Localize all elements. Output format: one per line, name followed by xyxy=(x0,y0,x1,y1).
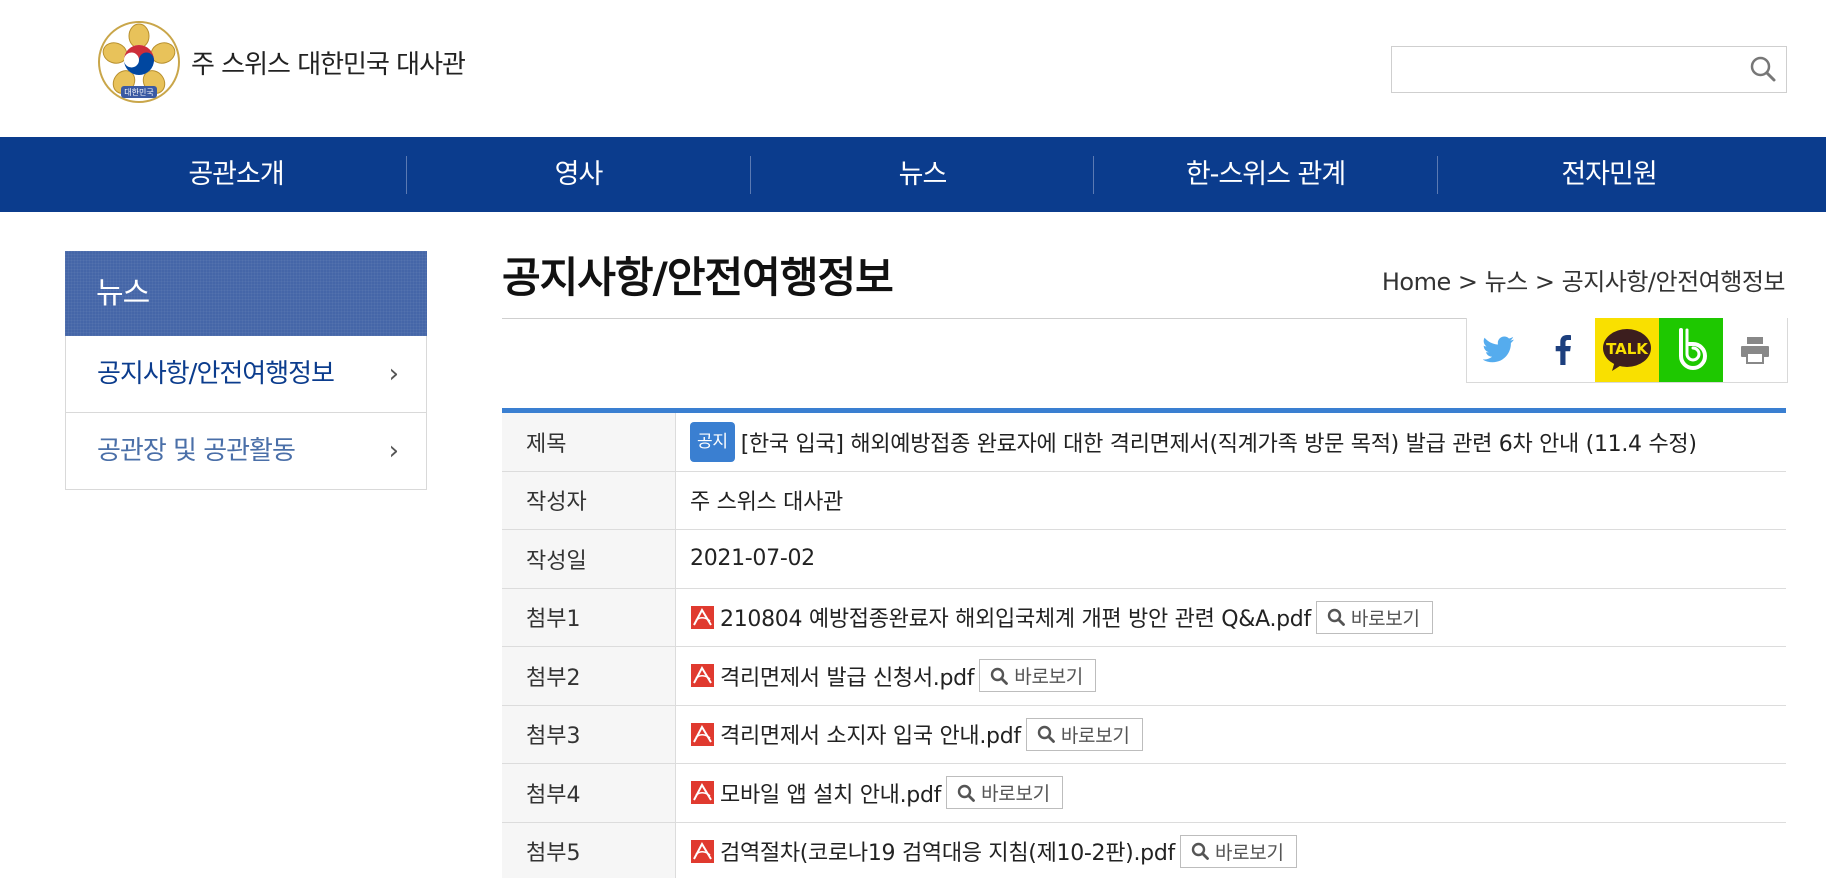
attachment-label: 첨부5 xyxy=(502,822,676,878)
attachment-label: 첨부1 xyxy=(502,588,676,646)
attachment-label: 첨부3 xyxy=(502,705,676,763)
search-input[interactable] xyxy=(1392,47,1732,92)
pdf-file-icon xyxy=(691,664,714,688)
share-facebook-button[interactable] xyxy=(1531,318,1595,382)
search-box xyxy=(1391,46,1787,93)
sidebar-item-label: 공관장 및 공관활동 xyxy=(97,436,296,466)
magnifier-icon xyxy=(1037,726,1055,744)
notice-badge: 공지 xyxy=(690,421,735,462)
attachment-row: 첨부3 격리면제서 소지자 입국 안내.pdf 바로보기 xyxy=(502,705,1786,764)
subject-cell: 공지 [한국 입국] 해외예방접종 완료자에 대한 격리면제서(직계가족 방문 … xyxy=(676,413,1786,471)
breadcrumb: Home > 뉴스 > 공지사항/안전여행정보 xyxy=(1381,268,1786,296)
magnifier-icon xyxy=(957,784,975,802)
sidebar-item-label: 공지사항/안전여행정보 xyxy=(97,359,335,389)
nav-item-korea-swiss-relations[interactable]: 한-스위스 관계 xyxy=(1094,137,1437,212)
share-kakaotalk-button[interactable]: TALK xyxy=(1595,318,1659,382)
chevron-right-icon: › xyxy=(388,359,399,389)
attachment-file-link[interactable]: 210804 예방접종완료자 해외입국체계 개편 방안 관련 Q&A.pdf xyxy=(720,601,1311,633)
table-row: 작성일 2021-07-02 xyxy=(502,530,1786,589)
attachment-file-link[interactable]: 격리면제서 발급 신청서.pdf xyxy=(720,660,975,692)
preview-button[interactable]: 바로보기 xyxy=(979,659,1096,693)
header: 대한민국 주 스위스 대한민국 대사관 xyxy=(0,0,1826,137)
post-detail-table: 제목 공지 [한국 입국] 해외예방접종 완료자에 대한 격리면제서(직계가족 … xyxy=(502,408,1786,878)
subject-label: 제목 xyxy=(502,413,676,471)
post-date: 2021-07-02 xyxy=(690,546,815,572)
pdf-file-icon xyxy=(691,839,714,863)
preview-button[interactable]: 바로보기 xyxy=(1179,834,1297,868)
sidebar-item-notices[interactable]: 공지사항/안전여행정보 › xyxy=(65,336,427,413)
site-title: 주 스위스 대한민국 대사관 xyxy=(191,49,466,80)
national-emblem-logo: 대한민국 xyxy=(98,21,180,103)
print-icon xyxy=(1741,337,1769,364)
preview-button-label: 바로보기 xyxy=(1014,666,1083,689)
preview-button-label: 바로보기 xyxy=(1060,724,1130,747)
magnifier-icon xyxy=(1191,843,1209,861)
twitter-icon xyxy=(1483,336,1514,363)
emblem-ribbon-text: 대한민국 xyxy=(124,87,153,97)
magnifier-icon xyxy=(1327,609,1345,627)
attachment-row: 첨부5 검역절차(코로나19 검역대응 지침(제10-2판).pdf 바로보기 xyxy=(502,822,1786,878)
attachment-cell: 격리면제서 발급 신청서.pdf 바로보기 xyxy=(676,647,1786,705)
table-row: 작성자 주 스위스 대사관 xyxy=(502,471,1786,530)
attachment-row: 첨부2 격리면제서 발급 신청서.pdf 바로보기 xyxy=(502,647,1786,706)
attachment-file-link[interactable]: 검역절차(코로나19 검역대응 지침(제10-2판).pdf xyxy=(720,835,1175,867)
search-button[interactable] xyxy=(1748,55,1778,85)
print-button[interactable] xyxy=(1723,318,1787,382)
kakaotalk-icon: TALK xyxy=(1603,329,1651,371)
logo-link[interactable]: 대한민국 주 스위스 대한민국 대사관 xyxy=(97,20,466,104)
pdf-file-icon xyxy=(691,722,714,746)
nav-item-e-civil-service[interactable]: 전자민원 xyxy=(1438,137,1780,212)
magnifier-icon xyxy=(991,667,1009,685)
attachment-cell: 210804 예방접종완료자 해외입국체계 개편 방안 관련 Q&A.pdf 바… xyxy=(676,589,1786,647)
preview-button-label: 바로보기 xyxy=(981,783,1050,806)
share-bar: TALK xyxy=(1466,318,1788,383)
sidebar-item-ambassador-activities[interactable]: 공관장 및 공관활동 › xyxy=(65,413,427,490)
pdf-file-icon xyxy=(691,605,714,629)
nav-item-consular[interactable]: 영사 xyxy=(407,137,750,212)
date-label: 작성일 xyxy=(502,530,676,588)
attachment-cell: 검역절차(코로나19 검역대응 지침(제10-2판).pdf 바로보기 xyxy=(676,823,1786,878)
preview-button[interactable]: 바로보기 xyxy=(1315,600,1433,634)
attachment-file-link[interactable]: 격리면제서 소지자 입국 안내.pdf xyxy=(720,718,1021,750)
attachment-label: 첨부4 xyxy=(502,764,676,822)
nav-item-embassy-intro[interactable]: 공관소개 xyxy=(65,137,407,212)
sidebar: 뉴스 공지사항/안전여행정보 › 공관장 및 공관활동 › xyxy=(65,251,427,490)
share-band-button[interactable] xyxy=(1659,318,1723,382)
sidebar-title: 뉴스 xyxy=(65,251,427,336)
chevron-right-icon: › xyxy=(388,436,399,466)
share-twitter-button[interactable] xyxy=(1467,318,1531,382)
preview-button[interactable]: 바로보기 xyxy=(946,776,1063,810)
kakao-talk-text: TALK xyxy=(1606,340,1649,358)
pdf-file-icon xyxy=(691,781,714,805)
band-icon xyxy=(1679,328,1707,370)
attachment-row: 첨부1 210804 예방접종완료자 해외입국체계 개편 방안 관련 Q&A.p… xyxy=(502,588,1786,647)
preview-button-label: 바로보기 xyxy=(1350,607,1420,630)
author-label: 작성자 xyxy=(502,471,676,529)
attachment-file-link[interactable]: 모바일 앱 설치 안내.pdf xyxy=(720,777,941,809)
attachment-label: 첨부2 xyxy=(502,647,676,705)
post-subject: [한국 입국] 해외예방접종 완료자에 대한 격리면제서(직계가족 방문 목적)… xyxy=(740,431,1697,457)
preview-button[interactable]: 바로보기 xyxy=(1025,717,1143,751)
facebook-icon xyxy=(1555,335,1571,365)
main-navigation: 공관소개 영사 뉴스 한-스위스 관계 전자민원 xyxy=(0,137,1826,212)
table-row: 제목 공지 [한국 입국] 해외예방접종 완료자에 대한 격리면제서(직계가족 … xyxy=(502,413,1786,472)
search-icon xyxy=(1750,56,1776,82)
attachment-cell: 모바일 앱 설치 안내.pdf 바로보기 xyxy=(676,764,1786,822)
page-title: 공지사항/안전여행정보 xyxy=(502,253,894,302)
attachment-cell: 격리면제서 소지자 입국 안내.pdf 바로보기 xyxy=(676,706,1786,764)
attachment-row: 첨부4 모바일 앱 설치 안내.pdf 바로보기 xyxy=(502,764,1786,823)
preview-button-label: 바로보기 xyxy=(1214,841,1284,864)
nav-item-news[interactable]: 뉴스 xyxy=(751,137,1094,212)
post-author: 주 스위스 대사관 xyxy=(690,490,843,516)
